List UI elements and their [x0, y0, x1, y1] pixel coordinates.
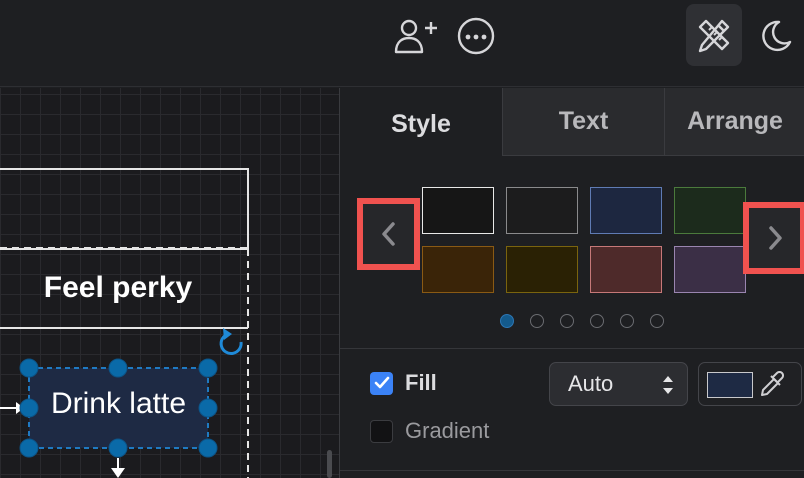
- style-swatch[interactable]: [674, 246, 746, 293]
- tab-arrange[interactable]: Arrange: [664, 88, 804, 156]
- tab-text[interactable]: Text: [502, 88, 664, 156]
- section-divider-bottom: [340, 470, 804, 471]
- style-swatch[interactable]: [506, 246, 578, 293]
- fill-row: Fill: [370, 370, 437, 396]
- page-dot[interactable]: [650, 314, 664, 328]
- format-tabs: Style Text Arrange: [340, 88, 804, 156]
- page-indicator: [500, 314, 664, 328]
- updown-arrows-icon: [663, 376, 673, 394]
- gradient-row: Gradient: [370, 418, 489, 444]
- gradient-checkbox[interactable]: [370, 419, 393, 443]
- moon-icon: [762, 20, 792, 52]
- shape-label-drink-latte[interactable]: Drink latte: [29, 387, 208, 421]
- ellipsis-icon: [457, 17, 495, 55]
- fill-checkbox[interactable]: [370, 371, 393, 395]
- style-prev-button[interactable]: [357, 198, 420, 270]
- format-panel-button[interactable]: [686, 4, 742, 66]
- theme-toggle-button[interactable]: [752, 12, 798, 60]
- fill-mode-value: Auto: [568, 371, 614, 396]
- style-swatch[interactable]: [422, 187, 494, 234]
- format-panel: Style Text Arrange Fill Auto Gradient: [339, 88, 804, 478]
- style-swatch[interactable]: [674, 187, 746, 234]
- fill-color-picker[interactable]: [698, 362, 802, 406]
- section-divider: [340, 348, 804, 349]
- eyedropper-icon[interactable]: [758, 371, 784, 399]
- tab-style[interactable]: Style: [340, 88, 502, 156]
- style-swatch[interactable]: [422, 246, 494, 293]
- diagram-canvas[interactable]: Feel perky Drink latte: [0, 88, 339, 478]
- share-button[interactable]: [388, 12, 440, 60]
- canvas-scrollbar[interactable]: [327, 450, 332, 478]
- gradient-label: Gradient: [405, 418, 490, 443]
- fill-label: Fill: [405, 370, 437, 395]
- more-options-button[interactable]: [452, 12, 500, 60]
- fill-color-swatch[interactable]: [707, 372, 753, 398]
- style-next-button[interactable]: [743, 202, 804, 274]
- page-dot[interactable]: [530, 314, 544, 328]
- page-dot[interactable]: [500, 314, 514, 328]
- page-dot[interactable]: [560, 314, 574, 328]
- style-swatch[interactable]: [590, 246, 662, 293]
- app-window: Feel perky Drink latte Style Text Arrang…: [0, 0, 804, 478]
- format-panel-icon: [698, 19, 730, 53]
- page-dot[interactable]: [620, 314, 634, 328]
- style-swatch[interactable]: [506, 187, 578, 234]
- checkmark-icon: [374, 376, 389, 389]
- page-dot[interactable]: [590, 314, 604, 328]
- rotate-handle-icon[interactable]: [219, 328, 243, 355]
- fill-mode-select[interactable]: Auto: [549, 362, 688, 406]
- top-toolbar: [0, 0, 804, 87]
- style-swatch[interactable]: [590, 187, 662, 234]
- chevron-right-icon: [768, 226, 782, 250]
- lane-label: Feel perky: [43, 271, 193, 304]
- chevron-left-icon: [381, 222, 395, 246]
- person-add-icon: [394, 19, 437, 54]
